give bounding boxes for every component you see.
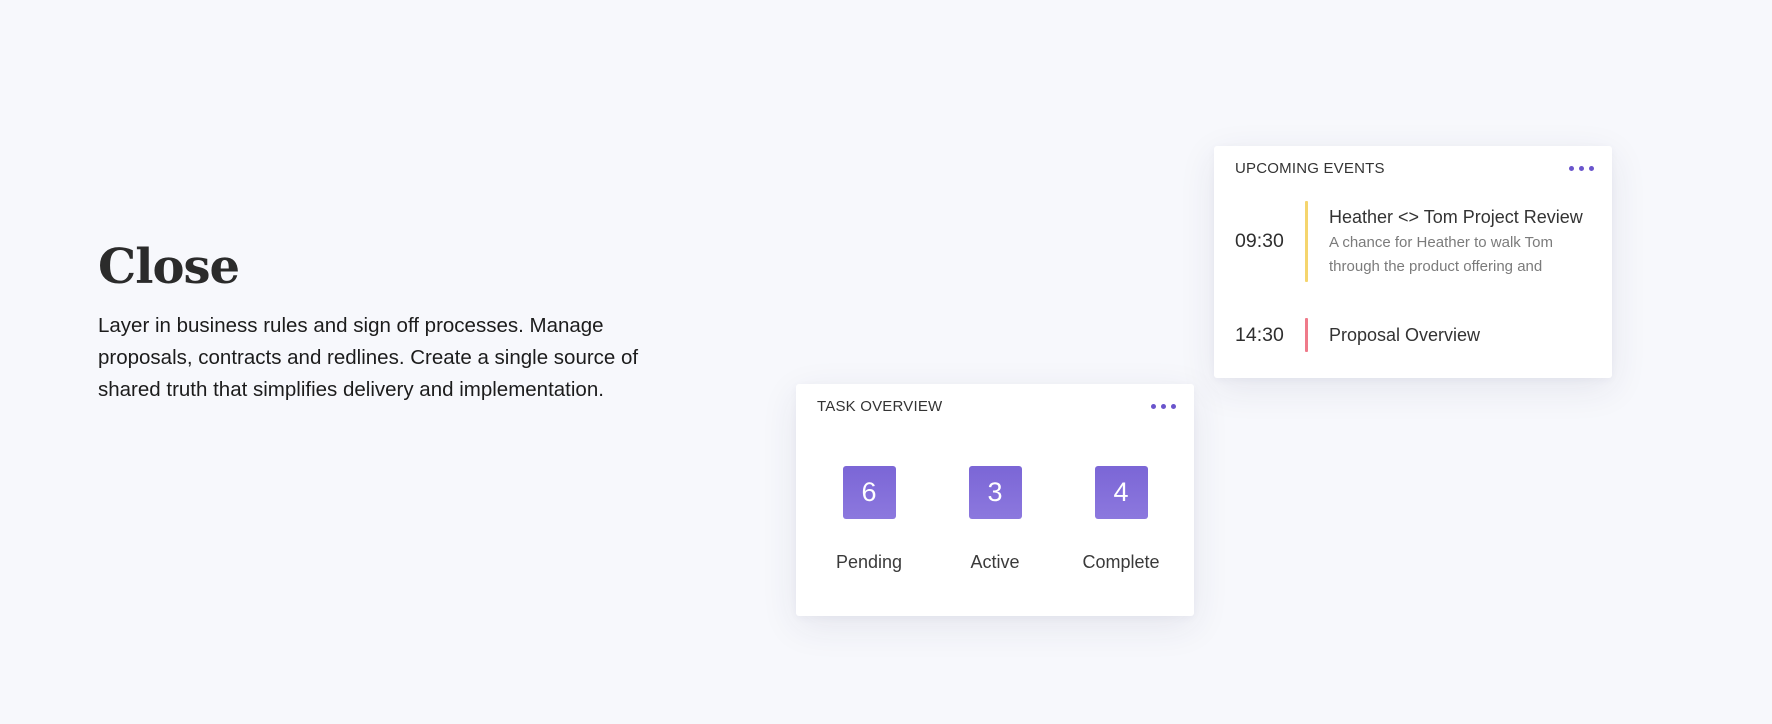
event-item[interactable]: 14:30 Proposal Overview: [1235, 318, 1598, 352]
dot: [1171, 404, 1176, 409]
event-accent-bar: [1305, 201, 1308, 282]
task-stat-pending[interactable]: 6 Pending: [809, 466, 929, 573]
event-time: 14:30: [1235, 323, 1284, 346]
card-title: UPCOMING EVENTS: [1235, 160, 1385, 177]
task-stat-complete[interactable]: 4 Complete: [1061, 466, 1181, 573]
event-description: A chance for Heather to walk Tom through…: [1329, 233, 1554, 275]
task-label: Pending: [835, 552, 903, 572]
task-label: Complete: [1082, 552, 1160, 572]
task-count-badge: 6: [842, 466, 896, 519]
event-title: Heather <> Tom Project Review: [1329, 206, 1583, 227]
dot: [1151, 404, 1156, 409]
card-header: UPCOMING EVENTS: [1235, 160, 1598, 177]
event-accent-bar: [1305, 318, 1308, 352]
event-text: Proposal Overview: [1329, 323, 1598, 347]
event-text: Heather <> Tom Project Review A chance f…: [1329, 205, 1598, 279]
task-overview-card: TASK OVERVIEW 6 Pending 3 Active 4 Compl…: [796, 384, 1194, 616]
card-title: TASK OVERVIEW: [817, 398, 943, 415]
page-title: Close: [98, 239, 240, 295]
event-time: 09:30: [1235, 230, 1284, 252]
more-options-icon[interactable]: [1565, 162, 1598, 175]
task-stats: 6 Pending 3 Active 4 Complete: [796, 466, 1194, 573]
dot: [1161, 404, 1166, 409]
task-count-badge: 4: [1094, 466, 1148, 519]
event-item[interactable]: 09:30 Heather <> Tom Project Review A ch…: [1235, 201, 1598, 282]
dot: [1569, 166, 1574, 171]
dot: [1589, 166, 1594, 171]
task-label: Active: [970, 552, 1020, 572]
more-options-icon[interactable]: [1147, 400, 1180, 413]
dot: [1579, 166, 1584, 171]
card-header: TASK OVERVIEW: [817, 398, 1180, 415]
hero-section: Close Layer in business rules and sign o…: [98, 236, 698, 406]
task-count-badge: 3: [968, 466, 1022, 519]
hero-description: Layer in business rules and sign off pro…: [98, 314, 639, 401]
task-stat-active[interactable]: 3 Active: [935, 466, 1055, 573]
event-title: Proposal Overview: [1329, 325, 1481, 345]
upcoming-events-card: UPCOMING EVENTS 09:30 Heather <> Tom Pro…: [1214, 146, 1612, 378]
